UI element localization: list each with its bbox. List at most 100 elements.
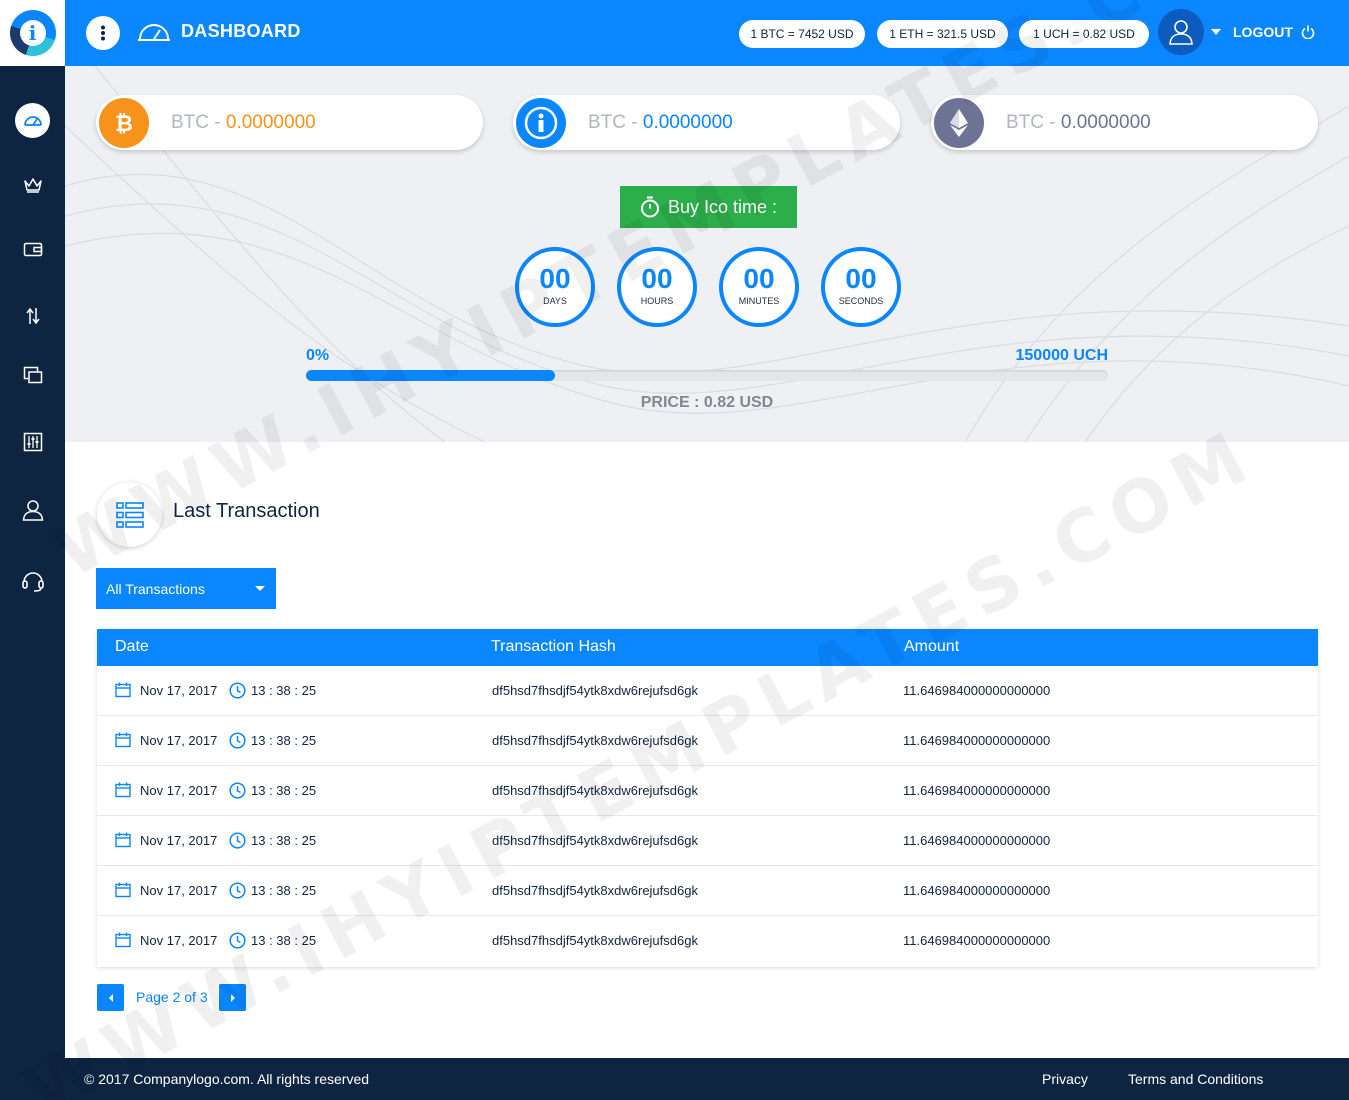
rate-badge-btc: 1 BTC = 7452 USD bbox=[739, 20, 865, 48]
balance-label: BTC bbox=[1006, 111, 1044, 133]
timer-value: 00 bbox=[845, 263, 877, 294]
row-date-text: Nov 17, 2017 bbox=[140, 932, 218, 948]
table-body: Nov 17, 2017 13 : 38 : 25 df5hsd7fhsdjf54y… bbox=[97, 666, 1318, 966]
next-page-button[interactable] bbox=[219, 984, 246, 1011]
headset-icon bbox=[21, 572, 44, 592]
timer-value: 00 bbox=[539, 263, 571, 294]
copyright-text: © 2017 Companylogo.com. All rights reser… bbox=[84, 1071, 370, 1087]
sidebar-item-devices[interactable] bbox=[0, 355, 65, 395]
balance-separator: - bbox=[209, 111, 226, 133]
buy-ico-button[interactable]: Buy Ico time : bbox=[620, 186, 797, 228]
prev-page-button[interactable] bbox=[97, 984, 124, 1011]
calendar-icon bbox=[115, 732, 131, 748]
calendar-icon bbox=[115, 882, 131, 898]
row-amount: 11.646984000000000000 bbox=[903, 783, 1051, 798]
chevron-left-icon bbox=[108, 993, 113, 1002]
row-date: Nov 17, 2017 bbox=[115, 682, 217, 698]
column-header-date[interactable]: Date bbox=[115, 638, 149, 656]
svg-text:₿: ₿ bbox=[115, 112, 133, 135]
list-icon bbox=[115, 501, 144, 528]
clock-icon bbox=[229, 932, 246, 949]
terms-link[interactable]: Terms and Conditions bbox=[1128, 1071, 1263, 1087]
row-date-text: Nov 17, 2017 bbox=[140, 882, 218, 898]
balance-separator: - bbox=[626, 111, 643, 133]
sale-progress-fill bbox=[306, 370, 555, 381]
row-date: Nov 17, 2017 bbox=[115, 932, 217, 948]
sidebar-item-dashboard[interactable] bbox=[0, 100, 65, 140]
privacy-link[interactable]: Privacy bbox=[1042, 1071, 1088, 1087]
row-date: Nov 17, 2017 bbox=[115, 732, 217, 748]
avatar[interactable] bbox=[1158, 9, 1204, 55]
wallet-icon bbox=[23, 242, 42, 257]
sidebar-item-crown[interactable] bbox=[0, 165, 65, 205]
calendar-icon bbox=[115, 682, 131, 698]
timer-label: HOURS bbox=[640, 296, 674, 306]
row-hash: df5hsd7fhsdjf54ytk8xdw6rejufsd6gk bbox=[492, 883, 698, 898]
balance-value: 0.0000000 bbox=[225, 111, 316, 133]
table-header: Date Transaction Hash Amount bbox=[97, 629, 1318, 666]
row-hash: df5hsd7fhsdjf54ytk8xdw6rejufsd6gk bbox=[492, 733, 698, 748]
ethereum-icon bbox=[934, 97, 984, 148]
table-row: Nov 17, 2017 13 : 38 : 25 df5hsd7fhsdjf54y… bbox=[97, 866, 1318, 916]
progress-end-label: 150000 UCH bbox=[1015, 347, 1109, 364]
row-amount: 11.646984000000000000 bbox=[903, 883, 1051, 898]
row-time: 13 : 38 : 25 bbox=[229, 832, 316, 849]
column-header-amount[interactable]: Amount bbox=[904, 638, 959, 656]
sidebar-item-wallet[interactable] bbox=[0, 229, 65, 269]
logout-button[interactable]: LOGOUT bbox=[1233, 24, 1315, 40]
balance-value: 0.0000000 bbox=[1060, 111, 1151, 133]
power-icon bbox=[1301, 25, 1315, 39]
row-time: 13 : 38 : 25 bbox=[229, 932, 316, 949]
rate-badge-uch: 1 UCH = 0.82 USD bbox=[1019, 20, 1149, 48]
sale-progress-bar bbox=[306, 370, 1108, 381]
row-time-text: 13 : 38 : 25 bbox=[251, 883, 317, 898]
timer-value: 00 bbox=[641, 263, 673, 294]
clock-icon bbox=[229, 882, 246, 899]
transactions-header-icon bbox=[97, 482, 162, 547]
devices-icon bbox=[23, 366, 42, 384]
timer-hours: 00 HOURS bbox=[617, 247, 697, 327]
bitcoin-icon: ₿ bbox=[99, 97, 149, 148]
chevron-down-icon bbox=[255, 586, 265, 591]
sidebar-item-support[interactable] bbox=[0, 561, 65, 601]
top-header: DASHBOARD 1 BTC = 7452 USD 1 ETH = 321.5… bbox=[65, 0, 1349, 66]
column-header-hash[interactable]: Transaction Hash bbox=[491, 638, 616, 656]
table-row: Nov 17, 2017 13 : 38 : 25 df5hsd7fhsdjf54y… bbox=[97, 816, 1318, 866]
logo[interactable]: i bbox=[0, 0, 65, 66]
avatar-dropdown-icon[interactable] bbox=[1211, 29, 1221, 35]
transactions-filter-select[interactable]: All Transactions bbox=[96, 568, 276, 609]
balance-label: BTC bbox=[171, 111, 209, 133]
clock-icon bbox=[229, 732, 246, 749]
timer-value: 00 bbox=[743, 263, 775, 294]
clock-icon bbox=[229, 682, 246, 699]
buy-ico-label: Buy Ico time : bbox=[667, 196, 778, 217]
row-time-text: 13 : 38 : 25 bbox=[251, 733, 317, 748]
row-date-text: Nov 17, 2017 bbox=[140, 682, 218, 698]
ico-coin-icon bbox=[516, 97, 566, 148]
table-row: Nov 17, 2017 13 : 38 : 25 df5hsd7fhsdjf54y… bbox=[97, 916, 1318, 966]
calendar-icon bbox=[115, 782, 131, 798]
menu-button[interactable] bbox=[86, 16, 120, 50]
sidebar-item-settings[interactable] bbox=[0, 422, 65, 462]
sidebar-item-transfer[interactable] bbox=[0, 296, 65, 336]
row-hash: df5hsd7fhsdjf54ytk8xdw6rejufsd6gk bbox=[492, 833, 698, 848]
balance-label: BTC bbox=[588, 111, 626, 133]
row-time: 13 : 38 : 25 bbox=[229, 732, 316, 749]
speedometer-icon bbox=[23, 116, 42, 126]
row-date-text: Nov 17, 2017 bbox=[140, 832, 218, 848]
timer-days: 00 DAYS bbox=[515, 247, 595, 327]
sidebar-item-profile[interactable] bbox=[0, 490, 65, 530]
transactions-filter-value: All Transactions bbox=[106, 580, 205, 597]
page-indicator: Page 2 of 3 bbox=[136, 989, 208, 1005]
row-time: 13 : 38 : 25 bbox=[229, 882, 316, 899]
page-title: DASHBOARD bbox=[137, 20, 301, 42]
page-title-text: DASHBOARD bbox=[181, 20, 301, 41]
stopwatch-icon bbox=[640, 196, 659, 218]
row-date: Nov 17, 2017 bbox=[115, 832, 217, 848]
row-date-text: Nov 17, 2017 bbox=[140, 782, 218, 798]
progress-start-label: 0% bbox=[306, 347, 330, 364]
token-price: PRICE : 0.82 USD bbox=[640, 394, 774, 411]
row-amount: 11.646984000000000000 bbox=[903, 683, 1051, 698]
clock-icon bbox=[229, 832, 246, 849]
row-amount: 11.646984000000000000 bbox=[903, 833, 1051, 848]
